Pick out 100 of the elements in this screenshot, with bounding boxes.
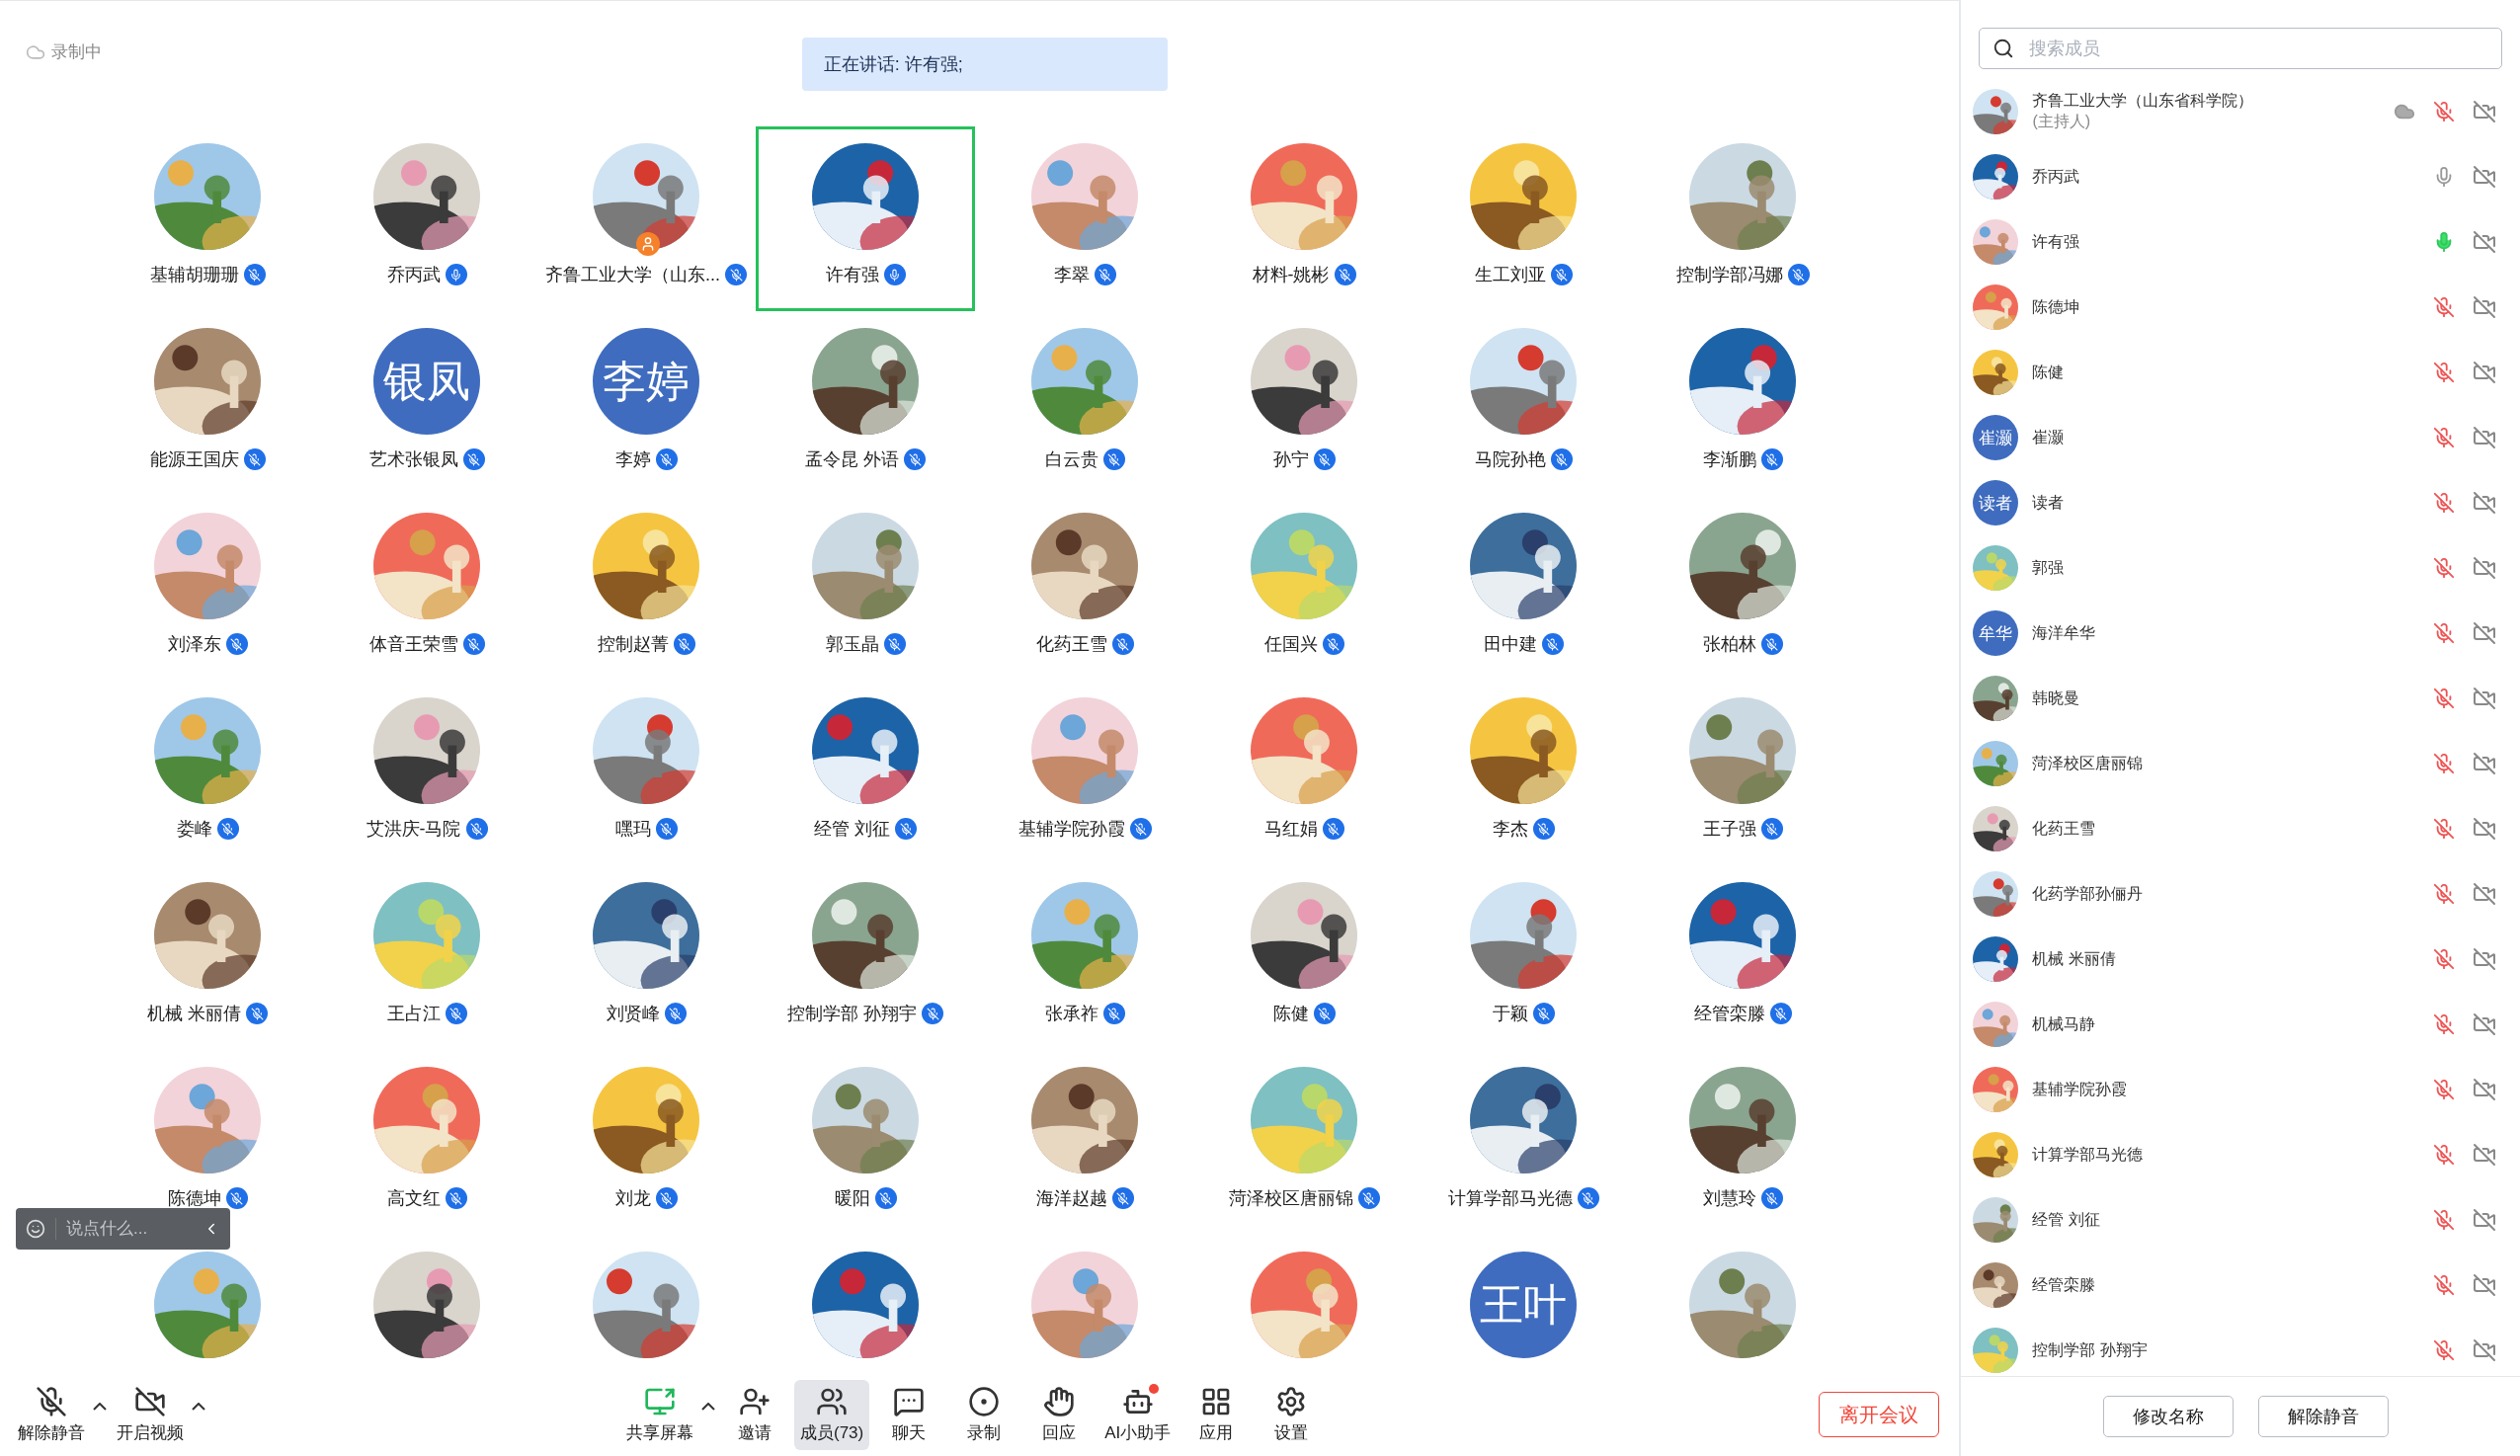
- toolbar-button[interactable]: 录制: [948, 1379, 1020, 1450]
- participant-name: 菏泽校区唐丽锦: [1228, 1187, 1353, 1210]
- member-name: 陈健: [2032, 362, 2066, 382]
- participant-name: 生工刘亚: [1474, 264, 1546, 286]
- member-name: 计算学部马光德: [2032, 1144, 2145, 1165]
- participant-name: 刘贤峰: [606, 1003, 660, 1025]
- participant-name: 孙宁: [1272, 448, 1309, 471]
- participant-name: 刘慧玲: [1702, 1187, 1756, 1210]
- participant-name: 李杰: [1492, 818, 1528, 841]
- participant-name: 计算学部马光德: [1447, 1187, 1573, 1210]
- participant-name: 陈健: [1272, 1003, 1309, 1025]
- member-name: 机械 米丽倩: [2032, 948, 2117, 969]
- member-name: 海洋牟华: [2032, 622, 2097, 643]
- participant-name: 张承祚: [1044, 1003, 1098, 1025]
- toolbar-button[interactable]: 应用: [1180, 1379, 1253, 1450]
- avatar-initials: 崔灏: [1973, 415, 2019, 460]
- avatar-initials: 牟华: [1973, 610, 2019, 656]
- participant-name: 刘泽东: [167, 633, 221, 656]
- member-name: 乔丙武: [2032, 166, 2081, 187]
- participant-name: 郭玉晶: [825, 633, 879, 656]
- participant-name: 白云贵: [1044, 448, 1098, 471]
- chat-input-bar[interactable]: 说点什么...: [16, 1208, 230, 1250]
- participant-name: 嘿玛: [614, 818, 651, 841]
- toolbar-button[interactable]: 聊天: [873, 1379, 945, 1450]
- participant-name: 控制赵菁: [597, 633, 669, 656]
- leave-meeting-button[interactable]: 离开会议: [1819, 1392, 1940, 1437]
- participant-name: 控制学部冯娜: [1675, 264, 1783, 286]
- member-name: 读者: [2032, 492, 2066, 513]
- member-name: 化药学部孙俪丹: [2032, 883, 2145, 904]
- participant-name: 能源王国庆: [149, 448, 239, 471]
- participant-name: 化药王雪: [1035, 633, 1107, 656]
- participant-name: 孟令昆 外语: [805, 448, 899, 471]
- participant-name: 张柏林: [1702, 633, 1756, 656]
- toolbar-button[interactable]: 回应: [1023, 1379, 1096, 1450]
- footer-button[interactable]: 解除静音: [2257, 1396, 2389, 1437]
- recording-status: 录制中: [51, 41, 102, 63]
- search-icon: [1992, 38, 2015, 59]
- member-name: 许有强: [2032, 231, 2081, 252]
- toolbar-button[interactable]: 解除静音: [12, 1379, 91, 1450]
- search-field[interactable]: 搜索成员: [1979, 28, 2502, 69]
- toolbar-button[interactable]: 邀请: [719, 1379, 790, 1450]
- toolbar-button[interactable]: 开启视频: [111, 1379, 190, 1450]
- participant-name: 许有强: [825, 264, 879, 286]
- participant-name: 基辅胡珊珊: [149, 264, 239, 286]
- participant-name: 经管 刘征: [814, 818, 890, 841]
- participant-name: 机械 米丽倩: [147, 1003, 241, 1025]
- member-name: 韩晓曼: [2032, 688, 2081, 708]
- participant-name: 齐鲁工业大学（山东...: [545, 264, 720, 286]
- member-name: 控制学部 孙翔宇: [2032, 1339, 2149, 1360]
- hand-icon: [1043, 1385, 1076, 1417]
- participant-name: 控制学部 孙翔宇: [787, 1003, 917, 1025]
- participant-name: 经管栾滕: [1693, 1003, 1765, 1025]
- member-name: 机械马静: [2032, 1013, 2097, 1034]
- speaker-banner: 正在讲话: 许有强;: [801, 38, 1168, 91]
- toolbar-button[interactable]: 共享屏幕: [620, 1379, 699, 1450]
- member-name: 基辅学院孙霞: [2032, 1079, 2129, 1099]
- participant-name: 艾洪庆-马院: [366, 818, 461, 841]
- participant-name: 李渐鹏: [1702, 448, 1756, 471]
- participant-name: 体音王荣雪: [368, 633, 458, 656]
- participant-name: 王占江: [386, 1003, 441, 1025]
- emoji-icon[interactable]: [26, 1219, 45, 1239]
- footer-button[interactable]: 修改名称: [2102, 1396, 2234, 1437]
- toolbar-button[interactable]: 设置: [1256, 1379, 1328, 1450]
- video-off-icon: [134, 1385, 166, 1417]
- member-name: 郭强: [2032, 557, 2066, 578]
- participant-name: 娄峰: [176, 818, 212, 841]
- participant-name: 李婷: [614, 448, 651, 471]
- avatar-initials: 读者: [1973, 480, 2019, 526]
- caret-icon[interactable]: [192, 1402, 205, 1411]
- participant-name: 暖阳: [834, 1187, 870, 1210]
- avatar-initials: 王叶: [1470, 1252, 1577, 1358]
- participant-name: 艺术张银凤: [368, 448, 458, 471]
- toolbar-button[interactable]: 成员(73): [794, 1379, 870, 1450]
- member-name: 齐鲁工业大学（山东省科学院）: [2032, 91, 2255, 111]
- participant-name: 刘龙: [614, 1187, 651, 1210]
- participant-name: 材料-姚彬: [1252, 264, 1330, 286]
- avatar-initials: 李婷: [593, 328, 699, 435]
- participant-name: 李翠: [1053, 264, 1090, 286]
- member-name: 崔灏: [2032, 427, 2066, 447]
- participant-name: 海洋赵越: [1035, 1187, 1107, 1210]
- participant-name: 王子强: [1702, 818, 1756, 841]
- member-name: 化药王雪: [2032, 818, 2097, 839]
- toolbar-button[interactable]: AI小助手: [1098, 1379, 1178, 1450]
- participant-name: 基辅学院孙霞: [1017, 818, 1125, 841]
- participant-name: 马红娟: [1263, 818, 1318, 841]
- participant-name: 乔丙武: [386, 264, 441, 286]
- member-name: 陈德坤: [2032, 296, 2081, 317]
- caret-icon[interactable]: [701, 1402, 715, 1411]
- participant-name: 马院孙艳: [1474, 448, 1546, 471]
- participant-name: 田中建: [1483, 633, 1537, 656]
- participant-name: 高文红: [386, 1187, 441, 1210]
- participant-name: 陈德坤: [167, 1187, 221, 1210]
- avatar-initials: 银凤: [373, 328, 480, 435]
- member-role: (主持人): [2032, 112, 2092, 131]
- member-name: 经管 刘征: [2032, 1209, 2101, 1230]
- participant-name: 任国兴: [1263, 633, 1318, 656]
- caret-icon[interactable]: [93, 1402, 107, 1411]
- record-icon: [968, 1385, 1001, 1417]
- chat-input-field[interactable]: 说点什么...: [55, 1218, 193, 1240]
- mic-off-icon: [36, 1385, 67, 1417]
